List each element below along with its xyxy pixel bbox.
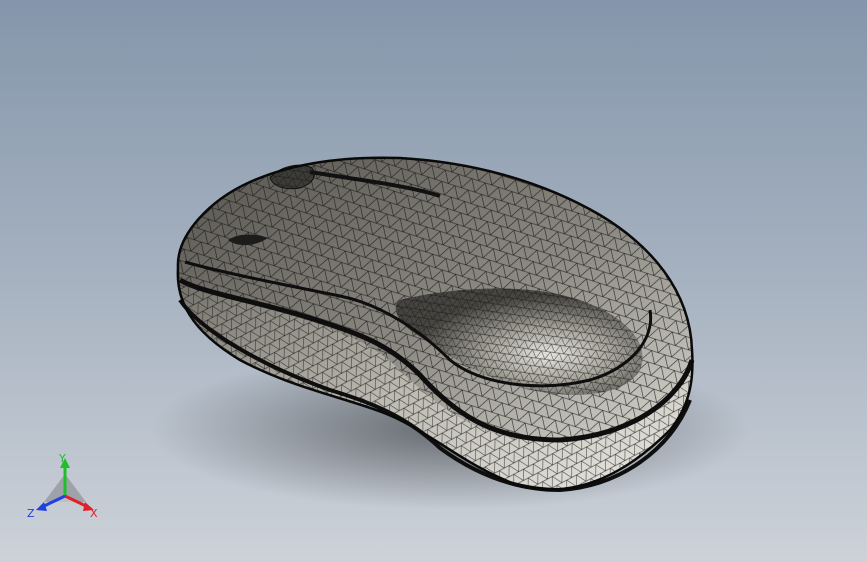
x-axis-label: X (90, 507, 98, 520)
z-axis-label: Z (27, 507, 35, 520)
z-axis-arrow (36, 502, 47, 511)
graphics-viewport[interactable]: Y X Z (0, 0, 867, 562)
mouse-mesh-model[interactable] (0, 0, 867, 562)
y-axis-label: Y (58, 452, 66, 465)
view-orientation-triad[interactable]: Y X Z (22, 444, 108, 530)
